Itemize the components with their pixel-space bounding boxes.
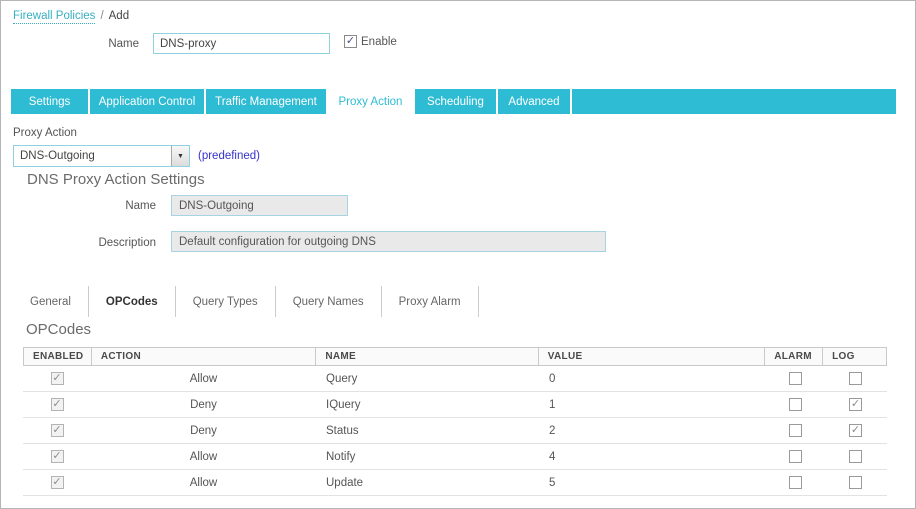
firewall-policy-add-page: Firewall Policies / Add Name ✓ Enable Sett… bbox=[0, 0, 916, 509]
opcode-enabled-checkbox: ✓ bbox=[50, 372, 64, 385]
column-header-enabled: ENABLED bbox=[24, 348, 92, 365]
opcode-log-checkbox[interactable] bbox=[849, 372, 862, 385]
opcode-alarm-cell bbox=[766, 444, 824, 469]
opcode-action: Allow bbox=[189, 476, 218, 489]
opcode-value: 2 bbox=[549, 424, 556, 437]
opcode-log-cell: ✓ bbox=[824, 418, 887, 443]
opcode-enabled-checkbox: ✓ bbox=[50, 398, 64, 411]
breadcrumb-firewall-policies-link[interactable]: Firewall Policies bbox=[13, 10, 96, 24]
subtab-general[interactable]: General bbox=[13, 286, 89, 317]
opcode-action: Deny bbox=[190, 398, 217, 411]
tab-application-control[interactable]: Application Control bbox=[90, 89, 204, 114]
opcode-log-checkbox[interactable]: ✓ bbox=[849, 424, 862, 437]
opcode-name: Update bbox=[326, 476, 364, 489]
opcode-enabled-cell: ✓ bbox=[23, 418, 91, 443]
subtab-proxy-alarm[interactable]: Proxy Alarm bbox=[382, 286, 479, 317]
opcode-row: ✓ Deny IQuery 1 ✓ bbox=[23, 392, 887, 418]
opcode-alarm-cell bbox=[766, 366, 824, 391]
opcodes-table-header: ENABLED ACTION NAME VALUE ALARM LOG bbox=[23, 347, 887, 366]
opcode-action: Allow bbox=[189, 450, 218, 463]
opcodes-section-title: OPCodes bbox=[26, 321, 92, 338]
opcode-action: Deny bbox=[190, 424, 217, 437]
opcode-row: ✓ Allow Query 0 bbox=[23, 366, 887, 392]
opcode-enabled-cell: ✓ bbox=[23, 392, 91, 417]
opcode-value: 5 bbox=[549, 476, 556, 489]
tab-settings[interactable]: Settings bbox=[11, 89, 88, 114]
column-header-log: LOG bbox=[832, 351, 855, 362]
action-description-field: Default configuration for outgoing DNS bbox=[171, 231, 606, 252]
breadcrumb-separator: / bbox=[100, 10, 104, 22]
opcode-log-cell: ✓ bbox=[824, 392, 887, 417]
subtab-opcodes[interactable]: OPCodes bbox=[89, 286, 176, 317]
tab-scheduling[interactable]: Scheduling bbox=[415, 89, 496, 114]
opcode-value: 4 bbox=[549, 450, 556, 463]
opcode-enabled-cell: ✓ bbox=[23, 470, 91, 495]
opcode-enabled-cell: ✓ bbox=[23, 444, 91, 469]
opcode-enabled-checkbox: ✓ bbox=[50, 424, 64, 437]
action-description-label: Description bbox=[98, 237, 156, 249]
opcode-alarm-cell bbox=[766, 470, 824, 495]
proxy-action-dropdown[interactable]: DNS-Outgoing ▼ bbox=[13, 145, 190, 167]
opcode-name: Notify bbox=[326, 450, 356, 463]
breadcrumb: Firewall Policies / Add bbox=[13, 10, 130, 24]
enable-label: Enable bbox=[361, 35, 397, 48]
tab-proxy-action[interactable]: Proxy Action bbox=[328, 89, 413, 114]
opcode-enabled-cell: ✓ bbox=[23, 366, 91, 391]
column-header-alarm: ALARM bbox=[765, 348, 824, 365]
opcode-row: ✓ Allow Update 5 bbox=[23, 470, 887, 496]
policy-name-input[interactable] bbox=[153, 33, 330, 54]
opcode-alarm-cell bbox=[766, 418, 824, 443]
column-header-name: NAME bbox=[316, 348, 539, 365]
opcode-enabled-checkbox: ✓ bbox=[50, 476, 64, 489]
tab-advanced[interactable]: Advanced bbox=[498, 89, 570, 114]
opcode-value: 1 bbox=[549, 398, 556, 411]
dropdown-arrow-icon[interactable]: ▼ bbox=[171, 146, 189, 166]
column-header-value: VALUE bbox=[539, 348, 766, 365]
opcode-alarm-checkbox[interactable] bbox=[788, 476, 802, 489]
opcodes-table-body: ✓ Allow Query 0 ✓ Deny IQuery 1 ✓ ✓ Deny Status 2 ✓ ✓ A… bbox=[23, 366, 887, 496]
subtab-query-names[interactable]: Query Names bbox=[276, 286, 382, 317]
action-name-label: Name bbox=[125, 200, 156, 212]
predefined-note: (predefined) bbox=[198, 150, 261, 162]
action-name-field: DNS-Outgoing bbox=[171, 195, 348, 216]
tab-traffic-management[interactable]: Traffic Management bbox=[206, 89, 326, 114]
opcode-log-cell bbox=[824, 444, 887, 469]
opcode-alarm-checkbox[interactable] bbox=[788, 372, 802, 385]
opcode-log-checkbox[interactable] bbox=[849, 476, 862, 489]
opcode-action: Allow bbox=[189, 372, 218, 385]
opcode-log-cell bbox=[824, 366, 887, 391]
opcode-log-checkbox[interactable] bbox=[849, 450, 862, 463]
proxy-action-selected-value: DNS-Outgoing bbox=[20, 150, 95, 162]
opcode-alarm-checkbox[interactable] bbox=[788, 424, 802, 437]
opcode-log-cell bbox=[824, 470, 887, 495]
opcode-alarm-cell bbox=[766, 392, 824, 417]
tab-bar-filler bbox=[572, 89, 896, 114]
opcode-alarm-checkbox[interactable] bbox=[788, 450, 802, 463]
opcode-value: 0 bbox=[549, 372, 556, 385]
opcodes-table: ENABLED ACTION NAME VALUE ALARM LOG ✓ Allow Que… bbox=[23, 347, 887, 496]
opcode-log-checkbox[interactable]: ✓ bbox=[849, 398, 862, 411]
opcode-row: ✓ Deny Status 2 ✓ bbox=[23, 418, 887, 444]
subtab-query-types[interactable]: Query Types bbox=[176, 286, 276, 317]
opcode-name: IQuery bbox=[326, 398, 361, 411]
opcode-name: Status bbox=[326, 424, 359, 437]
enable-checkbox[interactable]: ✓ bbox=[344, 35, 357, 48]
opcode-name: Query bbox=[326, 372, 358, 385]
proxy-action-label: Proxy Action bbox=[13, 127, 77, 139]
policy-name-label: Name bbox=[108, 38, 139, 50]
breadcrumb-current: Add bbox=[108, 10, 130, 22]
dns-proxy-action-settings-title: DNS Proxy Action Settings bbox=[27, 171, 205, 188]
opcode-row: ✓ Allow Notify 4 bbox=[23, 444, 887, 470]
main-tab-bar: Settings Application Control Traffic Manag… bbox=[11, 89, 896, 114]
proxy-sub-tab-bar: General OPCodes Query Types Query Names Prox… bbox=[13, 286, 479, 317]
opcode-enabled-checkbox: ✓ bbox=[50, 450, 64, 463]
column-header-action: ACTION bbox=[92, 348, 317, 365]
opcode-alarm-checkbox[interactable] bbox=[788, 398, 802, 411]
